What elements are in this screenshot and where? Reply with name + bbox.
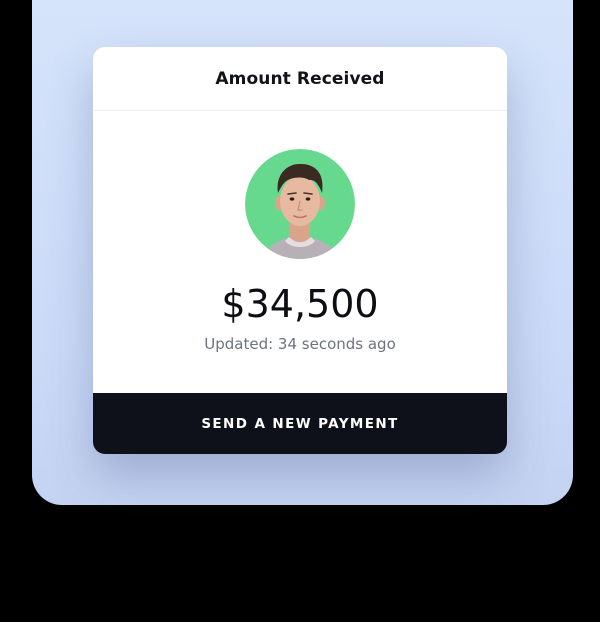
card-header: Amount Received (93, 47, 507, 111)
page: Amount Received $34,500 Updated: 34 seco… (0, 0, 600, 622)
user-avatar-icon (245, 149, 355, 259)
avatar (245, 149, 355, 259)
card-body: $34,500 Updated: 34 seconds ago (93, 111, 507, 393)
amount-received-card: Amount Received $34,500 Updated: 34 seco… (93, 47, 507, 454)
card-title: Amount Received (215, 68, 385, 89)
send-new-payment-button[interactable]: SEND A NEW PAYMENT (93, 393, 507, 454)
updated-timestamp: Updated: 34 seconds ago (204, 335, 396, 353)
amount-value: $34,500 (221, 282, 379, 326)
